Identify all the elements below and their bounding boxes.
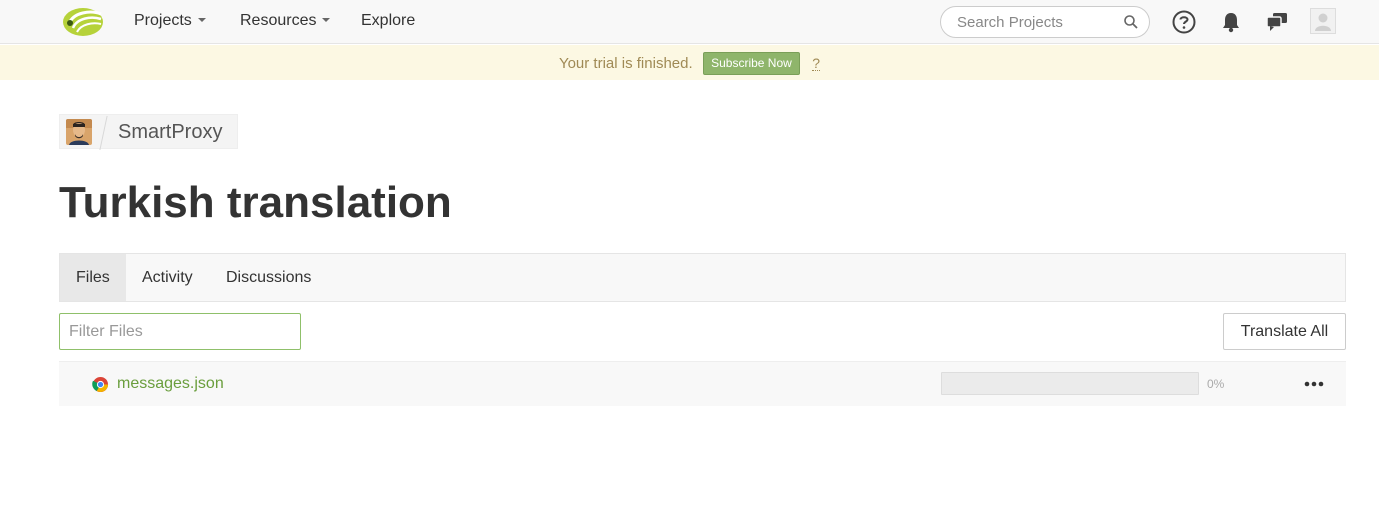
nav-projects-label: Projects bbox=[134, 12, 192, 29]
trial-message: Your trial is finished. bbox=[558, 55, 693, 72]
translation-progress-bar bbox=[941, 372, 1199, 395]
more-options-icon[interactable] bbox=[1303, 374, 1325, 394]
page-title: Turkish translation bbox=[59, 178, 452, 227]
file-row: messages.json 0% bbox=[59, 361, 1346, 406]
tab-files[interactable]: Files bbox=[60, 254, 126, 301]
search-input[interactable] bbox=[957, 12, 1117, 32]
nav-explore-label: Explore bbox=[361, 12, 416, 29]
caret-down-icon bbox=[322, 17, 331, 22]
breadcrumb: SmartProxy bbox=[59, 114, 239, 149]
top-navbar: Projects Resources Explore bbox=[0, 0, 1379, 44]
search-box bbox=[940, 6, 1150, 38]
help-link[interactable]: ? bbox=[812, 56, 821, 71]
project-name-link[interactable]: SmartProxy bbox=[110, 120, 237, 144]
translate-all-button[interactable]: Translate All bbox=[1223, 313, 1346, 350]
caret-down-icon bbox=[197, 17, 206, 22]
tab-activity-label: Activity bbox=[142, 269, 193, 286]
filter-files-input[interactable] bbox=[59, 313, 301, 350]
tab-discussions[interactable]: Discussions bbox=[210, 254, 327, 301]
nav-resources[interactable]: Resources bbox=[240, 11, 331, 31]
search-icon[interactable] bbox=[1123, 14, 1139, 30]
file-name-link[interactable]: messages.json bbox=[117, 374, 224, 394]
breadcrumb-separator bbox=[98, 114, 110, 149]
nav-resources-label: Resources bbox=[240, 12, 317, 29]
progress-percent: 0% bbox=[1207, 377, 1225, 391]
nav-explore[interactable]: Explore bbox=[361, 11, 415, 31]
tab-discussions-label: Discussions bbox=[226, 269, 312, 286]
logo-icon[interactable] bbox=[61, 6, 105, 38]
tab-activity[interactable]: Activity bbox=[126, 254, 209, 301]
nav-projects[interactable]: Projects bbox=[134, 11, 206, 31]
help-circle-icon[interactable] bbox=[1171, 9, 1197, 35]
user-avatar-icon[interactable] bbox=[1310, 8, 1336, 34]
owner-avatar[interactable] bbox=[66, 118, 92, 145]
bell-icon[interactable] bbox=[1218, 9, 1244, 35]
chrome-icon bbox=[92, 376, 109, 393]
chat-bubbles-icon[interactable] bbox=[1264, 9, 1290, 35]
subscribe-button[interactable]: Subscribe Now bbox=[703, 52, 800, 75]
trial-banner: Your trial is finished. Subscribe Now ? bbox=[0, 45, 1379, 80]
tab-files-label: Files bbox=[76, 269, 110, 286]
tab-bar: Files Activity Discussions bbox=[59, 253, 1346, 302]
